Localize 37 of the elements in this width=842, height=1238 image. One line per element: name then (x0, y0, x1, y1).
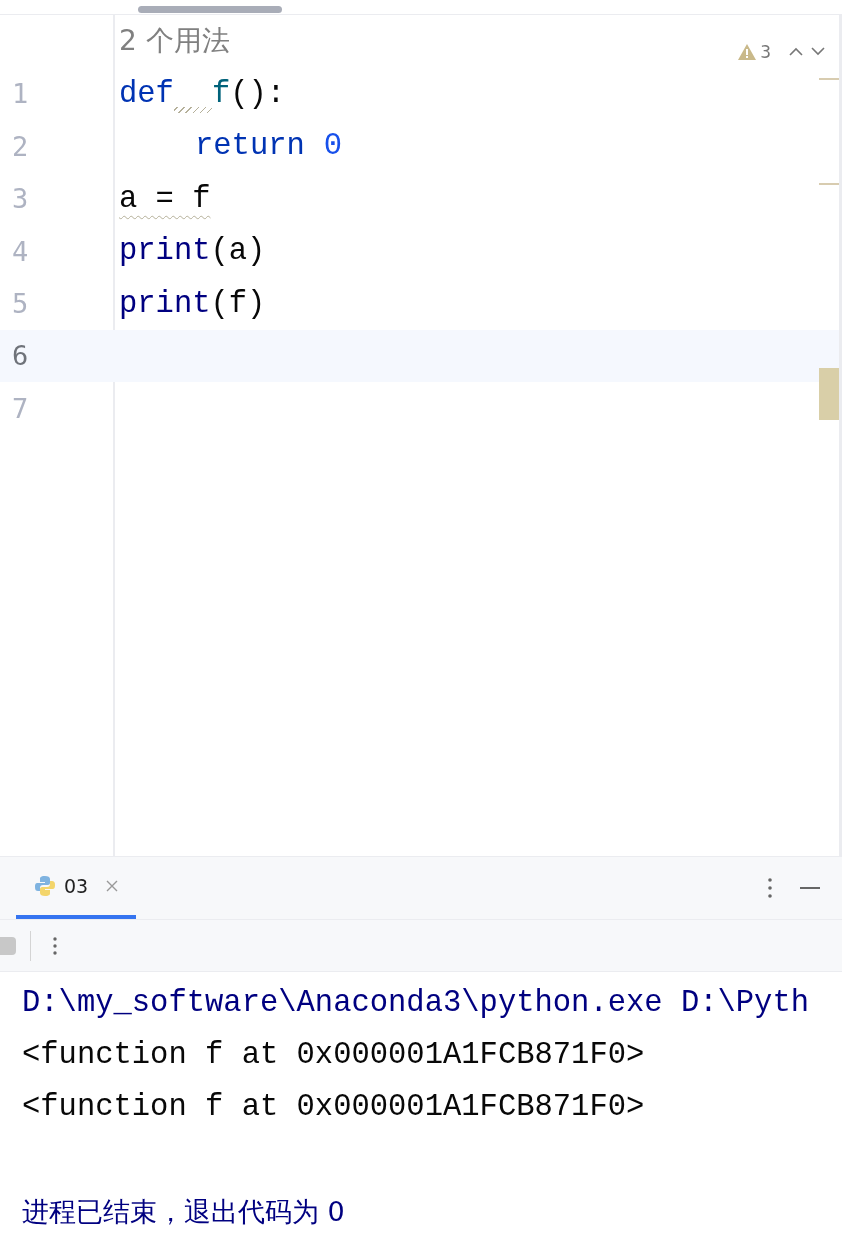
scrollbar-thumb[interactable] (138, 6, 282, 13)
line-number: 4 (12, 235, 29, 267)
line-number: 3 (12, 183, 29, 215)
minimize-icon[interactable] (800, 887, 820, 890)
warning-stripe[interactable] (819, 182, 839, 185)
code-token: (f) (210, 286, 266, 321)
code-token: print (119, 286, 211, 321)
warning-stripe[interactable] (819, 77, 839, 80)
line-number: 2 (12, 130, 29, 162)
close-icon[interactable] (106, 880, 119, 893)
code-token: a = f (119, 181, 211, 216)
line-number: 5 (12, 288, 29, 319)
code-token: def (119, 76, 174, 111)
python-icon (34, 875, 56, 898)
stop-button[interactable] (0, 936, 16, 955)
more-options-icon[interactable] (53, 936, 57, 955)
run-tab[interactable]: 03 (16, 857, 137, 920)
chevron-up-icon[interactable] (789, 47, 803, 57)
console-line: D:\my_software\Anaconda3\python.exe D:\Pyth (22, 985, 810, 1020)
console-line: <function f at 0x000001A1FCB871F0> (22, 1090, 645, 1125)
usages-hint[interactable]: 2 个用法 (119, 22, 230, 61)
console-line: <function f at 0x000001A1FCB871F0> (22, 1038, 645, 1072)
line-number: 7 (12, 392, 29, 424)
line-number: 1 (12, 78, 29, 110)
line-number: 6 (12, 340, 29, 372)
warning-count: 3 (760, 41, 771, 62)
code-token: return (195, 129, 305, 164)
code-token: (a) (210, 234, 266, 269)
console-line: 进程已结束，退出代码为 0 (22, 1194, 345, 1229)
more-options-icon[interactable] (768, 878, 772, 899)
caret-marker (819, 367, 839, 420)
code-token: print (119, 234, 211, 269)
code-token: (): (230, 76, 286, 111)
code-token: f (211, 76, 231, 111)
code-token: 0 (323, 129, 343, 164)
warning-icon[interactable] (738, 43, 757, 60)
chevron-down-icon[interactable] (811, 47, 825, 57)
